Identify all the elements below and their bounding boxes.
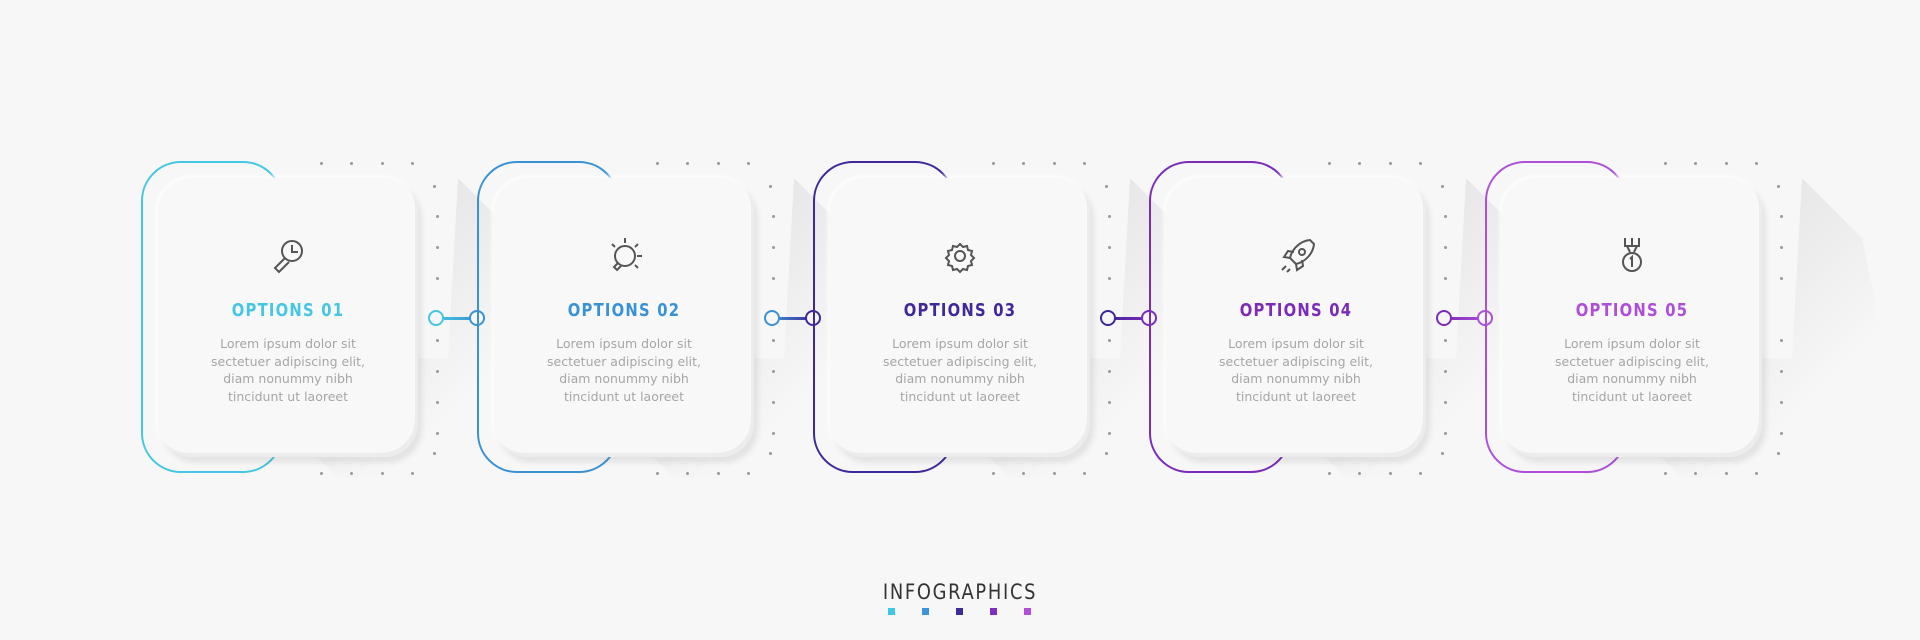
dot [1780, 246, 1783, 249]
dot [1780, 339, 1783, 342]
option-item: OPTIONS 03 Lorem ipsum dolor sit sectetuer… [672, 0, 1220, 640]
color-swatch [922, 608, 929, 615]
dot [1780, 370, 1783, 373]
dot [656, 472, 659, 475]
option-item: OPTIONS 05 Lorem ipsum dolor sit sectetuer… [1344, 0, 1892, 640]
rocket-icon [1272, 234, 1320, 278]
gear-icon [936, 234, 984, 278]
description-line: Lorem ipsum dolor sit [1564, 336, 1700, 351]
infographic: OPTIONS 01 Lorem ipsum dolor sit sectetuer… [0, 0, 1920, 640]
dot [1755, 162, 1758, 165]
dot [1780, 215, 1783, 218]
dot [992, 472, 995, 475]
dot [1694, 162, 1697, 165]
color-swatches [888, 608, 1038, 616]
dot [1780, 277, 1783, 280]
lightbulb-icon [600, 234, 648, 278]
option-title: OPTIONS 05 [1575, 300, 1689, 321]
dot [1664, 162, 1667, 165]
dot [1694, 472, 1697, 475]
color-swatch [1024, 608, 1031, 615]
description-line: sectetuer adipiscing elit, [1555, 353, 1709, 369]
dot [1780, 432, 1783, 435]
dot [1777, 452, 1780, 455]
description-line: diam nonummy nibh [1567, 371, 1697, 387]
option-item: OPTIONS 01 Lorem ipsum dolor sit sectetuer… [0, 0, 548, 640]
color-swatch [990, 608, 997, 615]
dot [1755, 472, 1758, 475]
dot [1725, 162, 1728, 165]
dot [1328, 162, 1331, 165]
description-line: tincidunt ut laoreet [1571, 389, 1693, 405]
dot [1328, 472, 1331, 475]
color-swatch [888, 608, 895, 615]
dot [656, 162, 659, 165]
dot [1664, 472, 1667, 475]
option-card: OPTIONS 05 Lorem ipsum dolor sit sectetuer… [1502, 178, 1762, 457]
dot [1780, 401, 1783, 404]
dot [1725, 472, 1728, 475]
magnifier-clock-icon [264, 234, 312, 278]
dot [1777, 185, 1780, 188]
option-item: OPTIONS 04 Lorem ipsum dolor sit sectetuer… [1008, 0, 1556, 640]
dot [320, 472, 323, 475]
color-swatch [956, 608, 963, 615]
dot [320, 162, 323, 165]
option-item: OPTIONS 02 Lorem ipsum dolor sit sectetuer… [336, 0, 884, 640]
footer-title: INFOGRAPHICS [882, 580, 1038, 604]
dot [992, 162, 995, 165]
medal-icon [1608, 234, 1656, 278]
option-description: Lorem ipsum dolor sit sectetuer adipiscin… [1502, 335, 1762, 406]
